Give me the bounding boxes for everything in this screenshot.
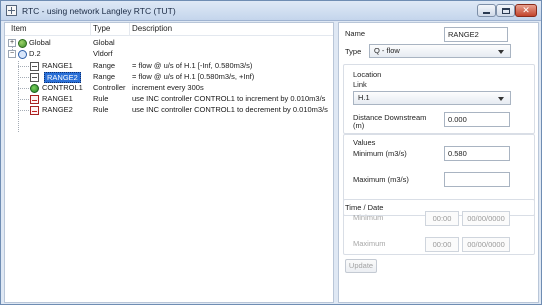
tree-row-network[interactable]: − D.2 Vldorf: [5, 49, 333, 59]
window-title: RTC - using network Langley RTC (TUT): [22, 6, 176, 16]
range-icon: [30, 62, 39, 71]
tree-row[interactable]: RANGE2 Rule use INC controller CONTROL1 …: [5, 105, 333, 115]
rtc-window: RTC - using network Langley RTC (TUT) ✕ …: [0, 0, 542, 305]
controller-icon: [30, 84, 39, 93]
tree-row-global[interactable]: + Global Global: [5, 38, 333, 48]
column-header-item[interactable]: Item: [11, 24, 27, 33]
column-divider[interactable]: [90, 23, 91, 36]
td-minimum-label: Minimum: [353, 213, 384, 222]
tree-item-description: use INC controller CONTROL1 to decrement…: [132, 105, 328, 114]
column-divider[interactable]: [129, 23, 130, 36]
maximize-button[interactable]: [496, 4, 515, 17]
td-maximum-time-field[interactable]: 00:00: [425, 237, 459, 252]
collapse-icon[interactable]: −: [8, 50, 16, 58]
tree-item-label: D.2: [29, 49, 41, 58]
tree-row[interactable]: CONTROL1 Controller increment every 300s: [5, 83, 333, 93]
td-minimum-time-field[interactable]: 00:00: [425, 211, 459, 226]
tree-item-description: = flow @ u/s of H.1 [-Inf, 0.580m3/s): [132, 61, 253, 70]
range-icon: [30, 73, 39, 82]
tree-item-label: RANGE2: [44, 72, 81, 83]
rtc-tree-panel[interactable]: Item Type Description + Global Global − …: [4, 22, 334, 303]
maximum-field[interactable]: [444, 172, 510, 187]
tree-item-label: Global: [29, 38, 51, 47]
column-headers: Item Type Description: [5, 23, 333, 36]
tree-item-type: Rule: [93, 105, 109, 114]
name-label: Name: [345, 29, 366, 38]
tree-item-label: RANGE2: [42, 105, 73, 114]
location-label: Location: [353, 70, 382, 79]
tree-item-type: Vldorf: [93, 49, 113, 58]
chevron-down-icon: [498, 50, 504, 54]
values-label: Values: [353, 138, 376, 147]
tree-item-description: use INC controller CONTROL1 to increment…: [132, 94, 326, 103]
tree-row[interactable]: RANGE1 Rule use INC controller CONTROL1 …: [5, 94, 333, 104]
expand-icon[interactable]: +: [8, 39, 16, 47]
app-grid-icon: [6, 5, 17, 16]
update-button[interactable]: Update: [345, 259, 377, 273]
tree-item-type: Controller: [93, 83, 126, 92]
globe-icon: [18, 39, 27, 48]
link-dropdown-value: H.1: [358, 93, 370, 102]
rule-icon: [30, 95, 39, 104]
close-button[interactable]: ✕: [515, 4, 537, 17]
tree-item-type: Rule: [93, 94, 109, 103]
tree-item-type: Global: [93, 38, 115, 47]
properties-panel: Name RANGE2 Type Q - flow Location Link …: [338, 22, 539, 303]
time-date-label: Time / Date: [345, 203, 384, 212]
column-header-type[interactable]: Type: [93, 24, 110, 33]
minimize-button[interactable]: [477, 4, 496, 17]
td-maximum-date-field[interactable]: 00/00/0000: [462, 237, 510, 252]
type-dropdown-value: Q - flow: [374, 46, 400, 55]
name-field[interactable]: RANGE2: [444, 27, 508, 42]
rule-icon: [30, 106, 39, 115]
close-icon: ✕: [522, 5, 530, 15]
td-minimum-date-field[interactable]: 00/00/0000: [462, 211, 510, 226]
td-maximum-label: Maximum: [353, 239, 386, 248]
tree-item-type: Range: [93, 72, 116, 81]
type-label: Type: [345, 47, 362, 56]
maximum-label: Maximum (m3/s): [353, 175, 409, 184]
title-bar[interactable]: RTC - using network Langley RTC (TUT) ✕: [1, 1, 541, 21]
type-dropdown[interactable]: Q - flow: [369, 44, 511, 58]
distance-unit-label: (m): [353, 121, 365, 130]
minimize-icon: [483, 11, 490, 14]
column-header-description[interactable]: Description: [132, 24, 172, 33]
distance-field[interactable]: 0.000: [444, 112, 510, 127]
minimum-field[interactable]: 0.580: [444, 146, 510, 161]
tree-item-description: increment every 300s: [132, 83, 204, 92]
tree-item-label: RANGE1: [42, 94, 73, 103]
link-label: Link: [353, 80, 367, 89]
link-dropdown[interactable]: H.1: [353, 91, 511, 105]
tree-item-type: Range: [93, 61, 116, 70]
tree-item-description: = flow @ u/s of H.1 [0.580m3/s, +Inf): [132, 72, 255, 81]
tree-row-selected[interactable]: RANGE2 Range = flow @ u/s of H.1 [0.580m…: [5, 72, 333, 83]
network-icon: [18, 50, 27, 59]
tree-item-label: CONTROL1: [42, 83, 83, 92]
tree-row[interactable]: RANGE1 Range = flow @ u/s of H.1 [-Inf, …: [5, 61, 333, 71]
minimum-label: Minimum (m3/s): [353, 149, 407, 158]
chevron-down-icon: [498, 97, 504, 101]
tree-item-label: RANGE1: [42, 61, 73, 70]
maximize-icon: [501, 7, 510, 14]
